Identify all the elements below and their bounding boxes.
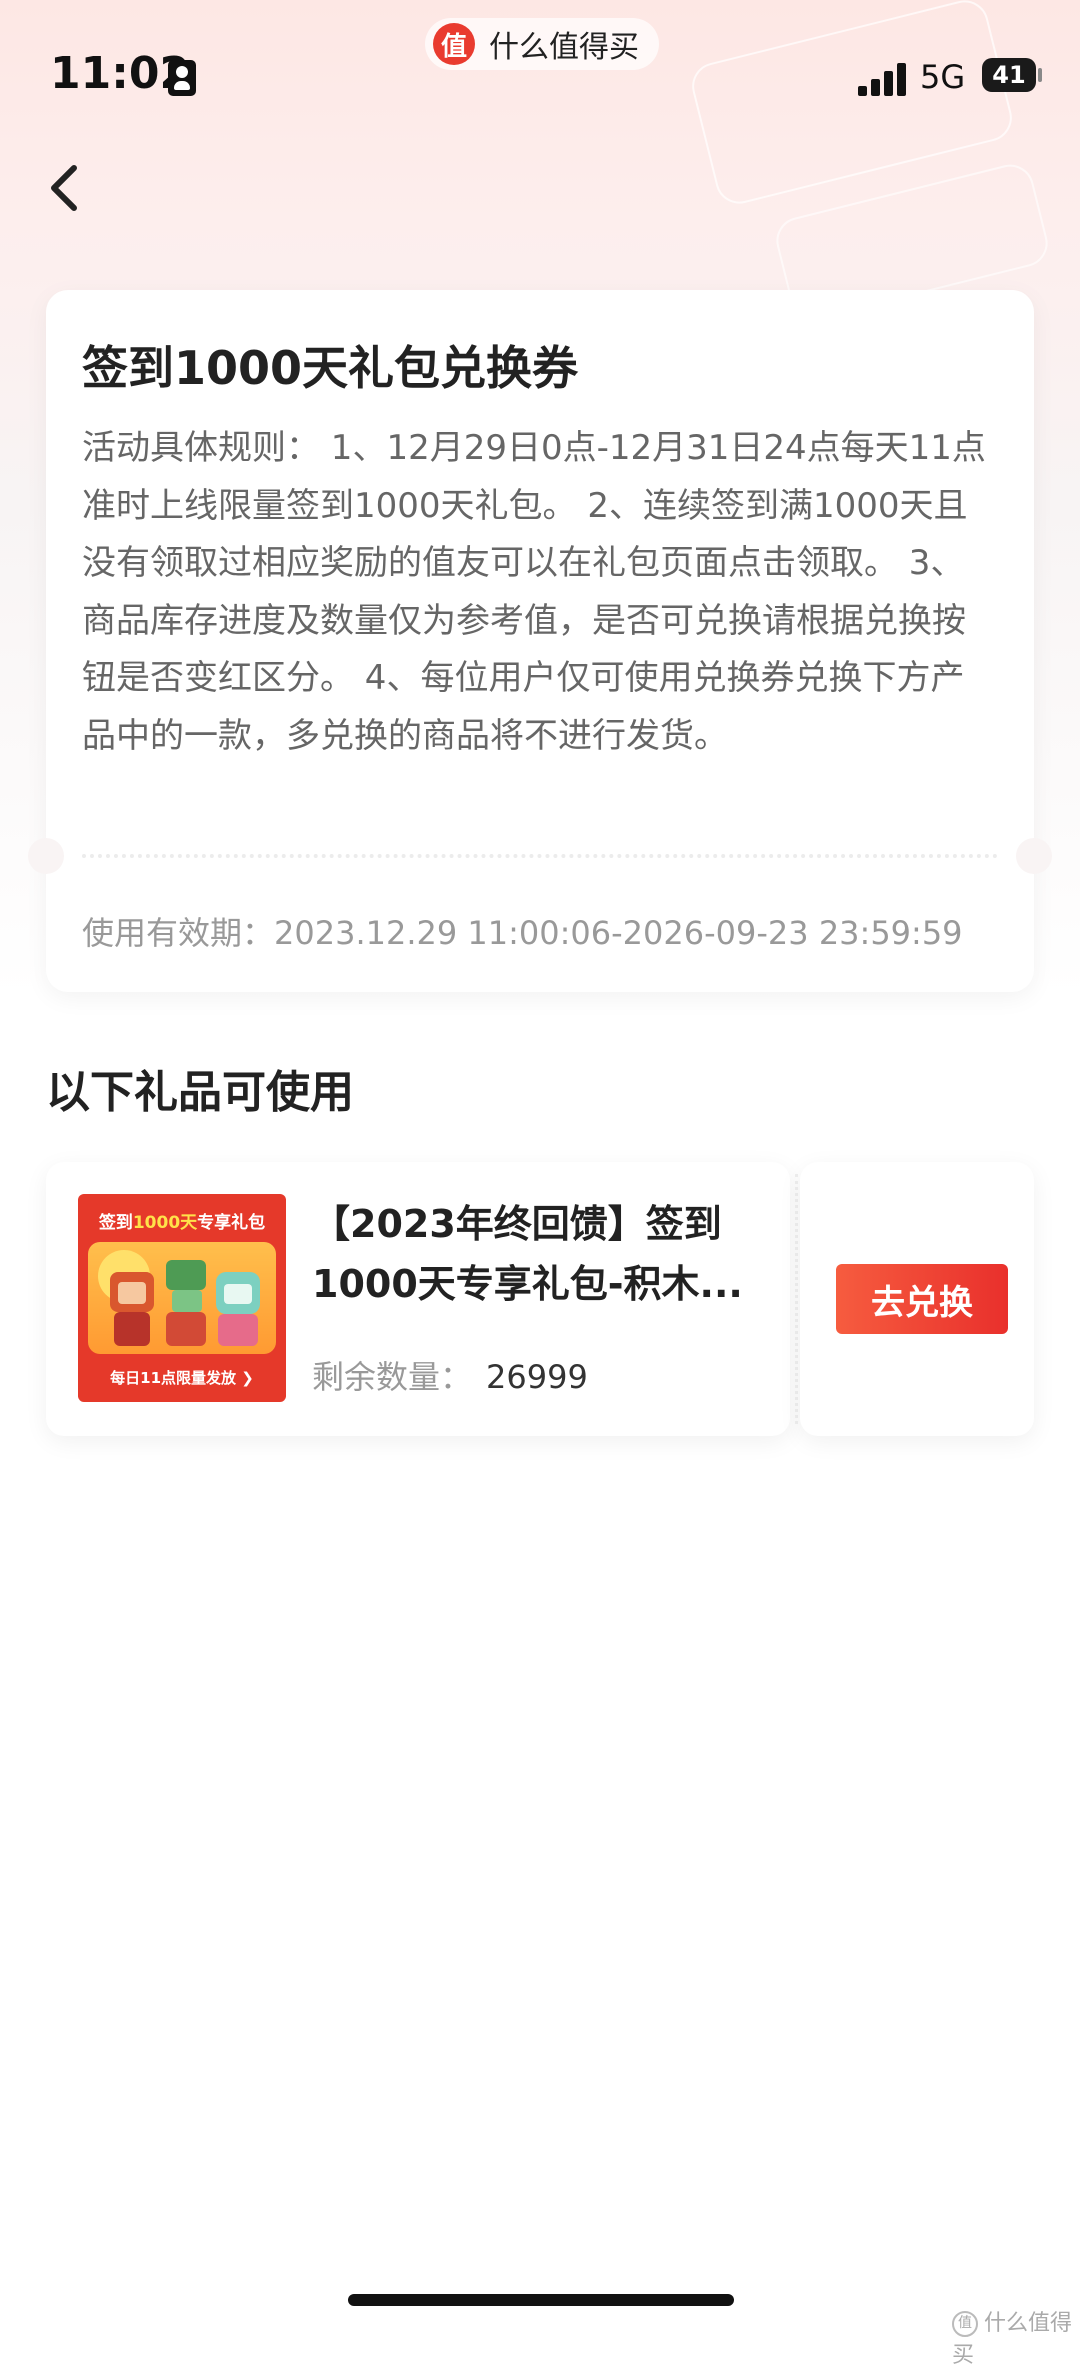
validity-value: 2023.12.29 11:00:06-2026-09-23 23:59:59 <box>274 914 963 952</box>
back-button[interactable] <box>40 158 90 218</box>
ticket-notch <box>1016 838 1052 874</box>
home-indicator[interactable] <box>348 2294 734 2306</box>
stock-value: 26999 <box>486 1358 588 1396</box>
ticket-divider <box>795 1174 798 1424</box>
cellular-signal-icon <box>858 62 910 96</box>
redeem-button[interactable]: 去兑换 <box>836 1264 1008 1334</box>
perforation-divider <box>82 854 998 858</box>
coupon-rules: 活动具体规则： 1、12月29日0点-12月31日24点每天11点准时上线限量签… <box>82 428 986 756</box>
gift-title[interactable]: 【2023年终回馈】签到1000天专享礼包-积木... <box>312 1194 752 1314</box>
gift-item: 签到1000天专享礼包 每日11点限量发放 ❯ 【2023年终回馈】签到1000… <box>46 1162 1034 1436</box>
gift-thumbnail: 签到1000天专享礼包 每日11点限量发放 ❯ <box>78 1194 286 1402</box>
validity-label: 使用有效期： <box>82 914 275 952</box>
brick-toy-image <box>88 1242 276 1354</box>
gift-action: 去兑换 <box>800 1162 1034 1436</box>
app-indicator[interactable]: 值 什么值得买 <box>425 18 659 70</box>
battery-tip <box>1038 68 1042 82</box>
coupon-card: 签到1000天礼包兑换券 活动具体规则： 1、12月29日0点-12月31日24… <box>28 290 1052 992</box>
thumbnail-banner-c: 专享礼包 <box>197 1213 266 1233</box>
network-type: 5G <box>920 58 966 96</box>
gift-info[interactable]: 签到1000天专享礼包 每日11点限量发放 ❯ 【2023年终回馈】签到1000… <box>46 1162 790 1436</box>
ticket-notch <box>28 838 64 874</box>
contact-card-icon <box>168 60 196 96</box>
thumbnail-banner-a: 签到 <box>98 1213 133 1233</box>
watermark-logo-icon: 值 <box>952 2311 978 2337</box>
coupon-title: 签到1000天礼包兑换券 <box>82 341 579 395</box>
stock-count: 剩余数量： 26999 <box>312 1352 588 1398</box>
stock-label: 剩余数量： <box>312 1358 473 1396</box>
smzdm-logo-icon: 值 <box>433 23 475 65</box>
thumbnail-caption: 每日11点限量发放 ❯ <box>110 1369 254 1387</box>
chevron-left-icon <box>51 165 77 211</box>
battery-icon: 41 <box>982 58 1036 92</box>
app-name: 什么值得买 <box>489 30 639 65</box>
watermark: 值什么值得买 <box>952 2305 1080 2369</box>
section-title: 以下礼品可使用 <box>46 1067 354 1118</box>
thumbnail-banner-b: 1000天 <box>132 1213 198 1233</box>
validity-period: 使用有效期：2023.12.29 11:00:06-2026-09-23 23:… <box>82 908 963 954</box>
thumbnail-banner: 签到1000天专享礼包 <box>78 1208 286 1233</box>
